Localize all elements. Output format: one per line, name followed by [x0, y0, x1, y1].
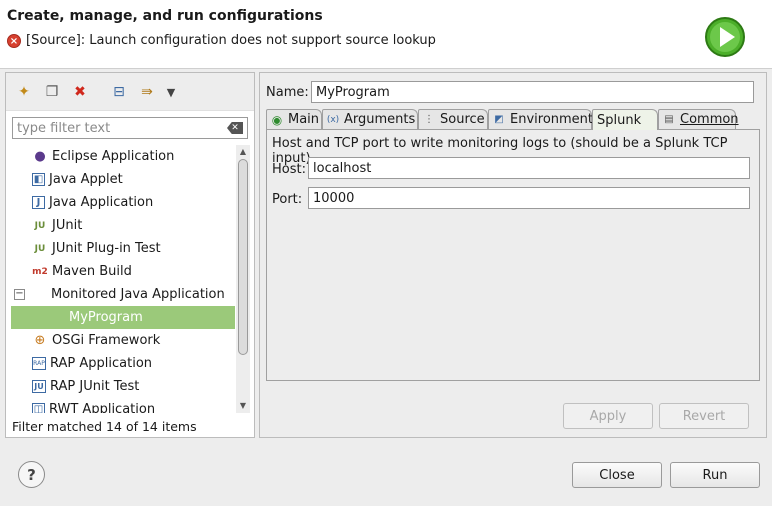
error-icon: × [7, 33, 21, 48]
osgi-icon: ⊕ [34, 333, 46, 348]
error-message: × [Source]: Launch configuration does no… [7, 33, 436, 48]
configuration-toolbar: ✦ ❐ ✖ ⊟ ⇛ ▼ [6, 73, 254, 111]
filter-field[interactable]: ✕ [12, 117, 248, 139]
tab-label: Main [288, 112, 320, 127]
java-application-icon: J [32, 196, 45, 209]
help-button[interactable]: ? [18, 461, 45, 488]
port-field[interactable] [308, 187, 750, 209]
tab-label: Arguments [344, 112, 416, 127]
tree-item-label: Maven Build [52, 264, 132, 279]
tree-item-junit[interactable]: JU JUnit [11, 214, 235, 237]
collapse-toggle-icon[interactable]: − [14, 289, 25, 300]
collapse-all-icon[interactable]: ⊟ [110, 83, 128, 101]
tree-item-label: Java Applet [49, 172, 123, 187]
environment-tab-icon: ◩ [494, 114, 504, 125]
host-field[interactable] [308, 157, 750, 179]
tree-item-rap-junit-test[interactable]: JU RAP JUnit Test [11, 375, 235, 398]
splunk-tab-content: Host and TCP port to write monitoring lo… [266, 129, 760, 381]
configuration-editor-panel: Name: ◉ Main (x) Arguments ⋮ Source ◩ En… [259, 72, 767, 438]
junit-icon: JU [34, 220, 46, 231]
junit-plugin-icon: JU [34, 243, 46, 254]
tree-item-rwt-application[interactable]: ◫ RWT Application [11, 398, 235, 413]
tree-item-eclipse-application[interactable]: ● Eclipse Application [11, 145, 235, 168]
revert-button[interactable]: Revert [659, 403, 749, 429]
main-tab-icon: ◉ [271, 112, 283, 127]
clear-filter-icon[interactable]: ✕ [227, 122, 243, 134]
tree-item-label: RWT Application [49, 402, 156, 413]
view-menu-icon[interactable]: ▼ [162, 83, 180, 101]
tree-item-label: Monitored Java Application [51, 287, 225, 302]
tree-item-label: RAP Application [50, 356, 153, 371]
apply-button[interactable]: Apply [563, 403, 653, 429]
run-button[interactable]: Run [670, 462, 760, 488]
tree-item-monitored-java-application[interactable]: − Monitored Java Application [11, 283, 235, 306]
run-icon [705, 17, 745, 57]
configuration-tree: ● Eclipse Application ◧ Java Applet J Ja… [11, 145, 235, 413]
host-label: Host: [272, 162, 306, 177]
tab-source[interactable]: ⋮ Source [418, 109, 488, 129]
tree-item-junit-plugin-test[interactable]: JU JUnit Plug-in Test [11, 237, 235, 260]
tree-item-java-application[interactable]: J Java Application [11, 191, 235, 214]
tree-item-java-applet[interactable]: ◧ Java Applet [11, 168, 235, 191]
maven-icon: m2 [32, 266, 48, 277]
tree-item-label: RAP JUnit Test [50, 379, 140, 394]
filter-status: Filter matched 14 of 14 items [12, 419, 197, 434]
rap-junit-icon: JU [32, 380, 46, 393]
new-configuration-icon[interactable]: ✦ [15, 83, 33, 101]
eclipse-icon: ● [34, 149, 46, 164]
tab-label: Common [680, 112, 739, 127]
scroll-down-icon[interactable]: ▼ [238, 401, 248, 411]
tab-environment[interactable]: ◩ Environment [488, 109, 594, 129]
close-button[interactable]: Close [572, 462, 662, 488]
dialog-title: Create, manage, and run configurations [7, 8, 323, 24]
tab-splunk[interactable]: Splunk [592, 109, 658, 130]
tree-item-maven-build[interactable]: m2 Maven Build [11, 260, 235, 283]
tree-item-label: JUnit Plug-in Test [52, 241, 161, 256]
tree-item-label: OSGi Framework [52, 333, 161, 348]
configuration-list-panel: ✦ ❐ ✖ ⊟ ⇛ ▼ ✕ ● Eclipse Application ◧ Ja… [5, 72, 255, 438]
tab-arguments[interactable]: (x) Arguments [322, 109, 418, 129]
filter-input[interactable] [13, 118, 218, 138]
scrollbar-thumb[interactable] [238, 159, 248, 355]
tree-item-myprogram[interactable]: MyProgram [11, 306, 235, 329]
arguments-tab-icon: (x) [326, 114, 340, 125]
dialog-header: Create, manage, and run configurations ×… [0, 0, 772, 69]
java-applet-icon: ◧ [32, 173, 45, 186]
name-label: Name: [266, 85, 309, 100]
tree-item-label: Eclipse Application [52, 149, 175, 164]
tab-label: Environment [510, 112, 594, 127]
tree-item-label: JUnit [52, 218, 83, 233]
port-label: Port: [272, 192, 303, 207]
tree-scrollbar[interactable]: ▲ ▼ [236, 145, 250, 413]
source-tab-icon: ⋮ [424, 114, 434, 125]
tree-item-label: MyProgram [69, 310, 143, 325]
duplicate-icon[interactable]: ❐ [43, 83, 61, 101]
rwt-icon: ◫ [32, 403, 45, 413]
name-field[interactable] [311, 81, 754, 103]
scroll-up-icon[interactable]: ▲ [238, 147, 248, 157]
error-message-text: [Source]: Launch configuration does not … [26, 33, 436, 48]
tab-common[interactable]: ▤ Common [658, 109, 739, 129]
delete-icon[interactable]: ✖ [71, 83, 89, 101]
tab-label: Source [440, 112, 485, 127]
filter-icon[interactable]: ⇛ [138, 83, 156, 101]
tab-label: Splunk [597, 112, 642, 128]
tree-item-osgi-framework[interactable]: ⊕ OSGi Framework [11, 329, 235, 352]
tree-item-rap-application[interactable]: RAP RAP Application [11, 352, 235, 375]
tab-main[interactable]: ◉ Main [266, 109, 322, 129]
common-tab-icon: ▤ [664, 114, 674, 125]
rap-icon: RAP [32, 357, 46, 370]
tree-item-label: Java Application [49, 195, 154, 210]
configuration-tabs: ◉ Main (x) Arguments ⋮ Source ◩ Environm… [266, 109, 760, 130]
